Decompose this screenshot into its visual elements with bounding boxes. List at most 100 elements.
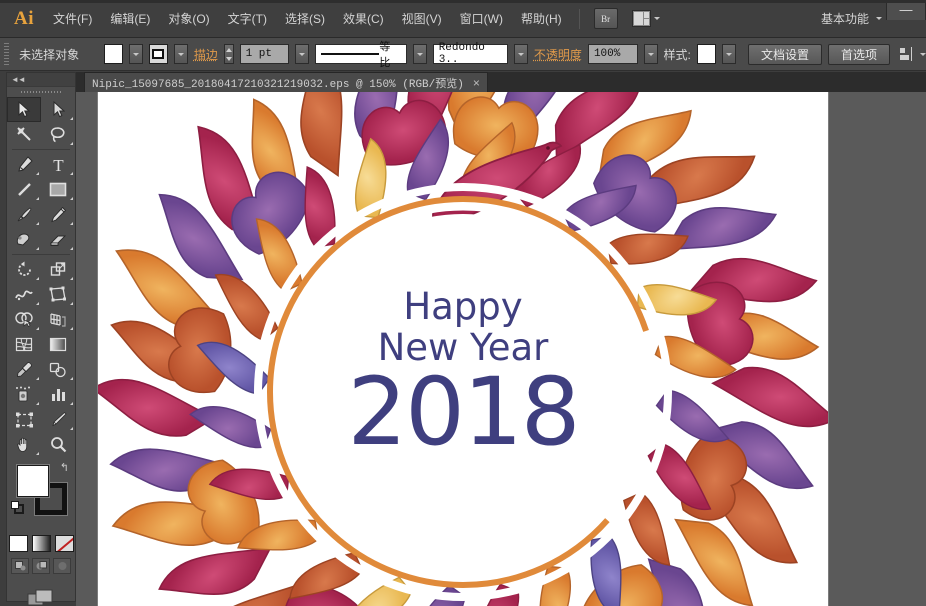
menu-window[interactable]: 窗口(W) <box>451 7 512 30</box>
direct-selection-tool[interactable] <box>41 97 75 122</box>
tool-expand-indicator <box>70 247 73 250</box>
line-segment-tool[interactable] <box>7 177 41 202</box>
color-button[interactable] <box>9 535 28 552</box>
stroke-color-swatch[interactable] <box>149 44 168 64</box>
close-icon[interactable]: × <box>473 76 480 90</box>
opacity-dropdown[interactable] <box>644 44 658 64</box>
color-mode-buttons <box>7 535 75 552</box>
none-button[interactable] <box>55 535 74 552</box>
paintbrush-tool[interactable] <box>7 202 41 227</box>
artboard[interactable]: Happy New Year 2018 <box>98 92 828 606</box>
draw-behind-button[interactable] <box>32 558 50 574</box>
arrange-documents-button[interactable] <box>632 10 660 27</box>
gradient-button[interactable] <box>32 535 51 552</box>
menu-view[interactable]: 视图(V) <box>393 7 451 30</box>
document-canvas[interactable]: Happy New Year 2018 <box>76 92 926 606</box>
draw-inside-button[interactable] <box>53 558 71 574</box>
bridge-button[interactable]: Br <box>594 8 618 29</box>
default-colors-icon <box>11 501 24 514</box>
menu-edit[interactable]: 编辑(E) <box>101 7 159 30</box>
perspective-grid-tool[interactable] <box>41 307 75 332</box>
menu-file[interactable]: 文件(F) <box>44 7 101 30</box>
pen-tool[interactable] <box>7 152 41 177</box>
workspace-switcher[interactable]: 基本功能 <box>821 10 886 27</box>
stroke-profile-select[interactable]: 等比 <box>315 44 407 64</box>
stroke-weight-stepper[interactable] <box>224 44 234 64</box>
column-graph-icon <box>50 387 67 402</box>
brush-definition-dropdown[interactable] <box>514 44 528 64</box>
document-tab[interactable]: Nipic_15097685_20180417210321219032.eps … <box>84 72 488 92</box>
width-tool[interactable] <box>7 282 41 307</box>
menu-help[interactable]: 帮助(H) <box>512 7 571 30</box>
fill-swatch-dropdown[interactable] <box>129 44 143 64</box>
stroke-profile-dropdown[interactable] <box>413 44 427 64</box>
control-bar-grip[interactable] <box>4 43 9 65</box>
free-transform-tool[interactable] <box>41 282 75 307</box>
menu-object[interactable]: 对象(O) <box>159 7 218 30</box>
tools-panel-grip[interactable] <box>7 87 75 97</box>
blend-icon <box>49 362 67 378</box>
stroke-weight-dropdown[interactable] <box>295 44 309 64</box>
eyedropper-tool[interactable] <box>7 357 41 382</box>
artboard-tool[interactable] <box>7 407 41 432</box>
preferences-button[interactable]: 首选项 <box>828 44 890 65</box>
screen-mode-button[interactable] <box>7 588 75 606</box>
tool-expand-indicator <box>36 247 39 250</box>
hand-tool[interactable] <box>7 432 41 457</box>
blob-brush-tool[interactable] <box>7 227 41 252</box>
fill-color-swatch[interactable] <box>104 44 123 64</box>
menu-select[interactable]: 选择(S) <box>276 7 334 30</box>
tool-expand-indicator <box>36 327 39 330</box>
zoom-tool[interactable] <box>41 432 75 457</box>
lasso-tool[interactable] <box>41 122 75 147</box>
selection-arrow-icon <box>18 101 31 118</box>
eraser-tool[interactable] <box>41 227 75 252</box>
stroke-swatch-dropdown[interactable] <box>174 44 188 64</box>
tool-expand-indicator <box>36 197 39 200</box>
document-setup-button[interactable]: 文档设置 <box>748 44 822 65</box>
eyedropper-icon <box>16 361 33 378</box>
symbol-sprayer-tool[interactable] <box>7 382 41 407</box>
type-tool[interactable]: T <box>41 152 75 177</box>
slice-knife-icon <box>50 411 67 428</box>
scale-tool[interactable] <box>41 257 75 282</box>
align-menu-button[interactable] <box>900 47 926 61</box>
tool-expand-indicator <box>36 172 39 175</box>
selection-tool[interactable] <box>7 97 41 122</box>
tools-divider <box>12 149 70 150</box>
opacity-input[interactable]: 100% <box>588 44 638 64</box>
stroke-weight-input[interactable]: 1 pt <box>240 44 290 64</box>
menu-type[interactable]: 文字(T) <box>219 7 276 30</box>
rotate-tool[interactable] <box>7 257 41 282</box>
graphic-style-swatch[interactable] <box>697 44 716 64</box>
stroke-weight-label[interactable]: 描边 <box>194 46 218 63</box>
pencil-tool[interactable] <box>41 202 75 227</box>
slice-tool[interactable] <box>41 407 75 432</box>
blend-tool[interactable] <box>41 357 75 382</box>
column-graph-tool[interactable] <box>41 382 75 407</box>
stroke-profile-label: 等比 <box>379 38 400 70</box>
tool-expand-indicator <box>36 402 39 405</box>
perspective-grid-icon <box>49 312 67 328</box>
magic-wand-tool[interactable] <box>7 122 41 147</box>
shape-builder-tool[interactable] <box>7 307 41 332</box>
minimize-button[interactable]: — <box>886 0 926 20</box>
brush-definition-select[interactable]: Redondo 3.. <box>433 44 508 64</box>
swap-fill-stroke-icon[interactable]: ↰ <box>60 461 69 474</box>
scale-icon <box>50 261 67 278</box>
eraser-icon <box>49 232 67 248</box>
mesh-tool[interactable] <box>7 332 41 357</box>
tools-panel-header[interactable]: ◄◄ <box>7 73 75 87</box>
default-fill-stroke-button[interactable] <box>11 501 24 519</box>
opacity-label[interactable]: 不透明度 <box>534 46 582 63</box>
pen-nib-icon <box>16 156 33 173</box>
tools-group-transform <box>7 257 75 457</box>
collapse-panel-icon[interactable]: ◄◄ <box>11 75 25 84</box>
graphic-style-dropdown[interactable] <box>722 44 736 64</box>
gradient-tool[interactable] <box>41 332 75 357</box>
menu-effect[interactable]: 效果(C) <box>334 7 393 30</box>
magnifier-icon <box>50 436 67 453</box>
rectangle-tool[interactable] <box>41 177 75 202</box>
fill-color-indicator[interactable] <box>17 465 49 497</box>
draw-normal-button[interactable] <box>11 558 29 574</box>
